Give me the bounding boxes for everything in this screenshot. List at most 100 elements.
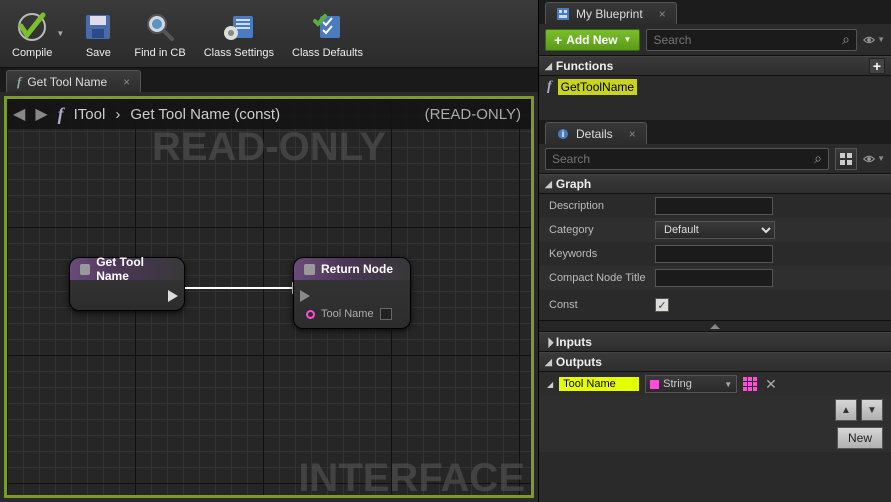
prop-compact-row: Compact Node Title — [539, 266, 891, 290]
pin-label: Tool Name — [321, 308, 374, 320]
function-tab-icon: f — [17, 74, 21, 90]
collapse-triangle-icon[interactable]: ◢ — [545, 357, 552, 368]
svg-text:i: i — [562, 129, 565, 139]
collapse-triangle-icon[interactable]: ◢ — [547, 380, 553, 389]
prop-compact-label: Compact Node Title — [549, 272, 655, 284]
add-new-button[interactable]: +Add New▼ — [545, 29, 640, 51]
node-get-tool-name[interactable]: Get Tool Name — [69, 257, 185, 311]
prop-keywords-label: Keywords — [549, 248, 655, 260]
search-icon: ⌕ — [842, 31, 850, 48]
class-defaults-icon — [309, 9, 345, 45]
add-function-button[interactable]: + — [869, 58, 885, 74]
exec-input-pin[interactable] — [300, 290, 310, 302]
view-options-button[interactable]: ▼ — [863, 29, 885, 51]
prop-category-select[interactable]: Default — [655, 221, 775, 239]
string-input-pin[interactable] — [306, 310, 315, 319]
prop-description-row: Description — [539, 194, 891, 218]
function-item-icon: f — [547, 79, 552, 95]
prop-category-label: Category — [549, 224, 655, 236]
dropdown-caret-icon: ▼ — [624, 35, 632, 44]
class-settings-button[interactable]: Class Settings — [196, 7, 282, 61]
details-toolbar: ⌕ ▼ — [539, 144, 891, 174]
save-button[interactable]: Save — [72, 7, 124, 61]
outputs-section-label: Outputs — [556, 355, 602, 369]
advanced-toggle-bar[interactable] — [539, 320, 891, 332]
move-down-button[interactable]: ▼ — [861, 399, 883, 421]
my-blueprint-tab-bar: My Blueprint × — [539, 0, 891, 24]
my-blueprint-tab[interactable]: My Blueprint × — [545, 2, 677, 24]
breadcrumb-root[interactable]: ITool — [74, 106, 106, 123]
output-param-row: ◢ Tool Name String▼ ✕ — [539, 372, 891, 396]
exec-output-pin[interactable] — [168, 290, 178, 302]
graph-tab[interactable]: f Get Tool Name × — [6, 70, 141, 92]
prop-category-row: Category Default — [539, 218, 891, 242]
close-tab-icon[interactable]: × — [659, 7, 666, 21]
prop-const-checkbox[interactable]: ✓ — [655, 298, 669, 312]
blueprint-search[interactable]: ⌕ — [646, 29, 857, 51]
details-search[interactable]: ⌕ — [545, 148, 829, 170]
my-blueprint-toolbar: +Add New▼ ⌕ ▼ — [539, 24, 891, 56]
main-toolbar: Compile ▼ Save Find in CB Class Settings… — [0, 0, 538, 68]
node-icon — [80, 264, 90, 275]
details-search-input[interactable] — [552, 152, 814, 166]
outputs-section-header[interactable]: ◢ Outputs — [539, 352, 891, 372]
node-return[interactable]: Return Node Tool Name — [293, 257, 411, 329]
graph-section-header[interactable]: ◢ Graph — [539, 174, 891, 194]
outputs-footer: ▲ ▼ — [539, 396, 891, 424]
class-defaults-button[interactable]: Class Defaults — [284, 7, 371, 61]
functions-section-header[interactable]: ◢ Functions + — [539, 56, 891, 76]
output-type-select[interactable]: String▼ — [645, 375, 737, 393]
nav-forward-icon[interactable]: ▶ — [35, 104, 47, 124]
chevron-right-icon: › — [115, 106, 120, 123]
my-blueprint-tab-label: My Blueprint — [576, 7, 643, 21]
output-param-name[interactable]: Tool Name — [559, 377, 639, 391]
graph-section-label: Graph — [556, 177, 591, 191]
expand-triangle-icon[interactable]: ◢ — [542, 336, 555, 349]
prop-description-input[interactable] — [655, 197, 773, 215]
container-type-button[interactable] — [743, 377, 757, 391]
details-tab-label: Details — [576, 127, 613, 141]
blueprint-search-input[interactable] — [653, 33, 842, 47]
collapse-triangle-icon[interactable]: ◢ — [545, 61, 552, 72]
move-up-button[interactable]: ▲ — [835, 399, 857, 421]
save-label: Save — [86, 47, 111, 59]
dropdown-caret-icon: ▼ — [724, 380, 732, 389]
details-tab-bar: i Details × — [539, 120, 891, 144]
details-spacer — [539, 452, 891, 502]
plus-icon: + — [554, 32, 562, 48]
graph-canvas[interactable]: ◀ ▶ f ITool › Get Tool Name (const) (REA… — [4, 96, 534, 498]
find-in-cb-button[interactable]: Find in CB — [126, 7, 193, 61]
function-item-name: GetToolName — [558, 79, 637, 95]
class-settings-label: Class Settings — [204, 47, 274, 59]
details-tab[interactable]: i Details × — [545, 122, 647, 144]
compile-dropdown-icon[interactable]: ▼ — [56, 16, 66, 52]
function-glyph-icon: f — [58, 104, 64, 125]
breadcrumb-leaf[interactable]: Get Tool Name (const) — [130, 106, 280, 123]
graph-tab-title: Get Tool Name — [27, 75, 107, 89]
collapse-triangle-icon[interactable]: ◢ — [545, 179, 552, 190]
prop-keywords-input[interactable] — [655, 245, 773, 263]
compile-label: Compile — [12, 47, 52, 59]
inputs-section-header[interactable]: ◢Inputs — [539, 332, 891, 352]
blueprint-spacer — [539, 98, 891, 120]
search-icon: ⌕ — [814, 150, 822, 167]
details-view-options-button[interactable]: ▼ — [863, 148, 885, 170]
class-defaults-label: Class Defaults — [292, 47, 363, 59]
string-type-color-icon — [650, 380, 659, 389]
new-output-button[interactable]: New — [837, 427, 883, 449]
close-tab-icon[interactable]: × — [629, 127, 636, 141]
chevron-up-icon — [710, 324, 720, 329]
property-matrix-button[interactable] — [835, 148, 857, 170]
prop-const-label: Const — [549, 299, 655, 311]
function-list-item[interactable]: f GetToolName — [539, 76, 891, 98]
compile-button[interactable]: Compile — [4, 7, 60, 61]
close-tab-icon[interactable]: × — [123, 75, 130, 89]
outputs-new-row: New — [539, 424, 891, 452]
prop-compact-input[interactable] — [655, 269, 773, 287]
save-icon — [80, 9, 116, 45]
nav-back-icon[interactable]: ◀ — [13, 104, 25, 124]
remove-output-icon[interactable]: ✕ — [763, 376, 779, 393]
find-label: Find in CB — [134, 47, 185, 59]
node-return-title: Return Node — [321, 262, 393, 276]
pin-default-checkbox[interactable] — [380, 308, 392, 320]
